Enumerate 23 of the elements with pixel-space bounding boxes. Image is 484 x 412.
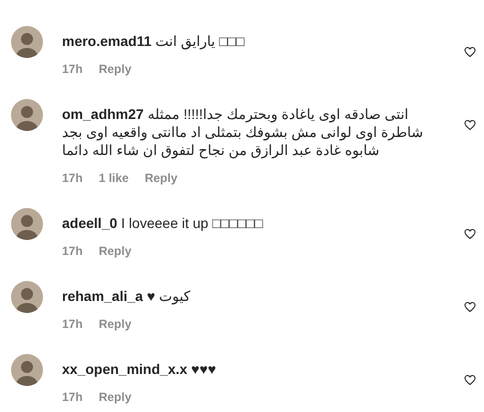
reply-link[interactable]: Reply — [98, 317, 132, 331]
heart-icon[interactable] — [464, 46, 476, 58]
avatar-icon[interactable] — [11, 354, 43, 386]
timestamp: 17h — [62, 171, 83, 185]
heart-icon[interactable] — [464, 119, 476, 131]
reply-link[interactable]: Reply — [98, 62, 132, 76]
avatar-icon[interactable] — [11, 26, 43, 58]
avatar-icon[interactable] — [11, 208, 43, 240]
avatar-icon[interactable] — [11, 99, 43, 131]
heart-icon[interactable] — [464, 374, 476, 386]
comment-text: xx_open_mind_x.x ♥♥♥ — [62, 360, 218, 378]
timestamp: 17h — [62, 390, 83, 404]
reply-link[interactable]: Reply — [144, 171, 178, 185]
heart-icon[interactable] — [464, 301, 476, 313]
avatar-icon[interactable] — [11, 281, 43, 313]
timestamp: 17h — [62, 62, 83, 76]
comment-text: adeell_0 I loveeee it up □□□□□□ — [62, 214, 264, 232]
likes-link[interactable]: 1 like — [98, 171, 129, 185]
timestamp: 17h — [62, 244, 83, 258]
reply-link[interactable]: Reply — [98, 390, 132, 404]
timestamp: 17h — [62, 317, 83, 331]
reply-link[interactable]: Reply — [98, 244, 132, 258]
heart-icon[interactable] — [464, 228, 476, 240]
